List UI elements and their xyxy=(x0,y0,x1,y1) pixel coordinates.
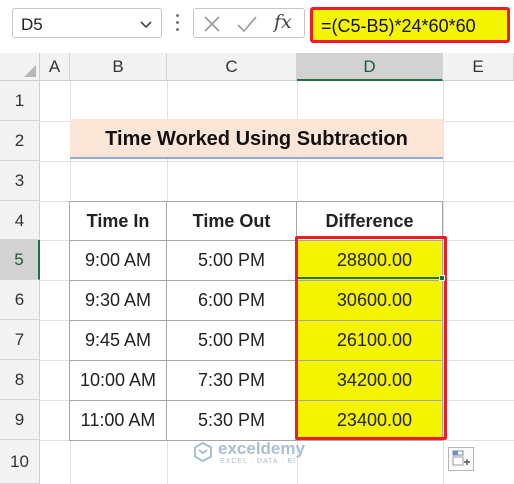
row-header-9[interactable]: 9 xyxy=(0,400,40,440)
formula-text: =(C5-B5)*24*60*60 xyxy=(321,16,476,36)
cell-b7[interactable]: 9:45 AM xyxy=(69,320,167,361)
watermark-name: exceldemy xyxy=(218,439,305,458)
cell-c7[interactable]: 5:00 PM xyxy=(166,320,297,361)
column-header-c[interactable]: C xyxy=(167,53,297,81)
select-all-button[interactable] xyxy=(0,53,40,81)
close-icon[interactable] xyxy=(202,14,222,34)
name-box-value: D5 xyxy=(21,15,43,34)
formula-buttons: fx xyxy=(193,8,305,38)
column-header-a[interactable]: A xyxy=(40,53,70,81)
cell-b9[interactable]: 11:00 AM xyxy=(69,400,167,441)
header-difference[interactable]: Difference xyxy=(296,201,443,241)
cell-b6[interactable]: 9:30 AM xyxy=(69,280,167,321)
row-header-6[interactable]: 6 xyxy=(0,280,40,320)
formula-bar-grip xyxy=(176,14,180,34)
cell-b8[interactable]: 10:00 AM xyxy=(69,360,167,401)
row-header-2[interactable]: 2 xyxy=(0,121,40,161)
active-cell-indicator xyxy=(298,239,443,279)
cell-b5[interactable]: 9:00 AM xyxy=(69,240,167,281)
chevron-down-icon[interactable] xyxy=(139,17,153,31)
row-header-8[interactable]: 8 xyxy=(0,360,40,400)
row-header-4[interactable]: 4 xyxy=(0,201,40,240)
row-header-3[interactable]: 3 xyxy=(0,161,40,201)
quick-analysis-button[interactable] xyxy=(448,447,474,471)
insert-function-button[interactable]: fx xyxy=(274,11,292,33)
watermark-logo: exceldemy EXCEL · DATA · BI xyxy=(190,439,340,469)
column-header-d[interactable]: D xyxy=(297,53,443,81)
worksheet-grid: A B C D E 1 2 3 4 5 6 7 8 9 10 Time Work… xyxy=(0,53,514,484)
header-time-in[interactable]: Time In xyxy=(69,201,167,241)
sheet-title[interactable]: Time Worked Using Subtraction xyxy=(70,119,443,159)
header-time-out[interactable]: Time Out xyxy=(166,201,297,241)
cell-c5[interactable]: 5:00 PM xyxy=(166,240,297,281)
fill-handle[interactable] xyxy=(439,275,445,281)
row-header-5[interactable]: 5 xyxy=(0,240,40,280)
watermark-tagline: EXCEL · DATA · BI xyxy=(220,458,296,465)
row-header-1[interactable]: 1 xyxy=(0,81,40,121)
exceldemy-logo-icon xyxy=(194,441,212,463)
column-header-b[interactable]: B xyxy=(70,53,167,81)
cell-c8[interactable]: 7:30 PM xyxy=(166,360,297,401)
column-header-e[interactable]: E xyxy=(443,53,514,81)
formula-input[interactable]: =(C5-B5)*24*60*60 xyxy=(310,7,510,43)
cell-c9[interactable]: 5:30 PM xyxy=(166,400,297,441)
name-box[interactable]: D5 xyxy=(12,8,162,38)
check-icon[interactable] xyxy=(236,14,258,34)
row-header-7[interactable]: 7 xyxy=(0,320,40,360)
cell-c6[interactable]: 6:00 PM xyxy=(166,280,297,321)
quick-analysis-icon xyxy=(452,450,470,466)
row-header-10[interactable]: 10 xyxy=(0,440,40,484)
formula-bar: D5 fx =(C5-B5)*24*60*60 xyxy=(0,0,514,50)
